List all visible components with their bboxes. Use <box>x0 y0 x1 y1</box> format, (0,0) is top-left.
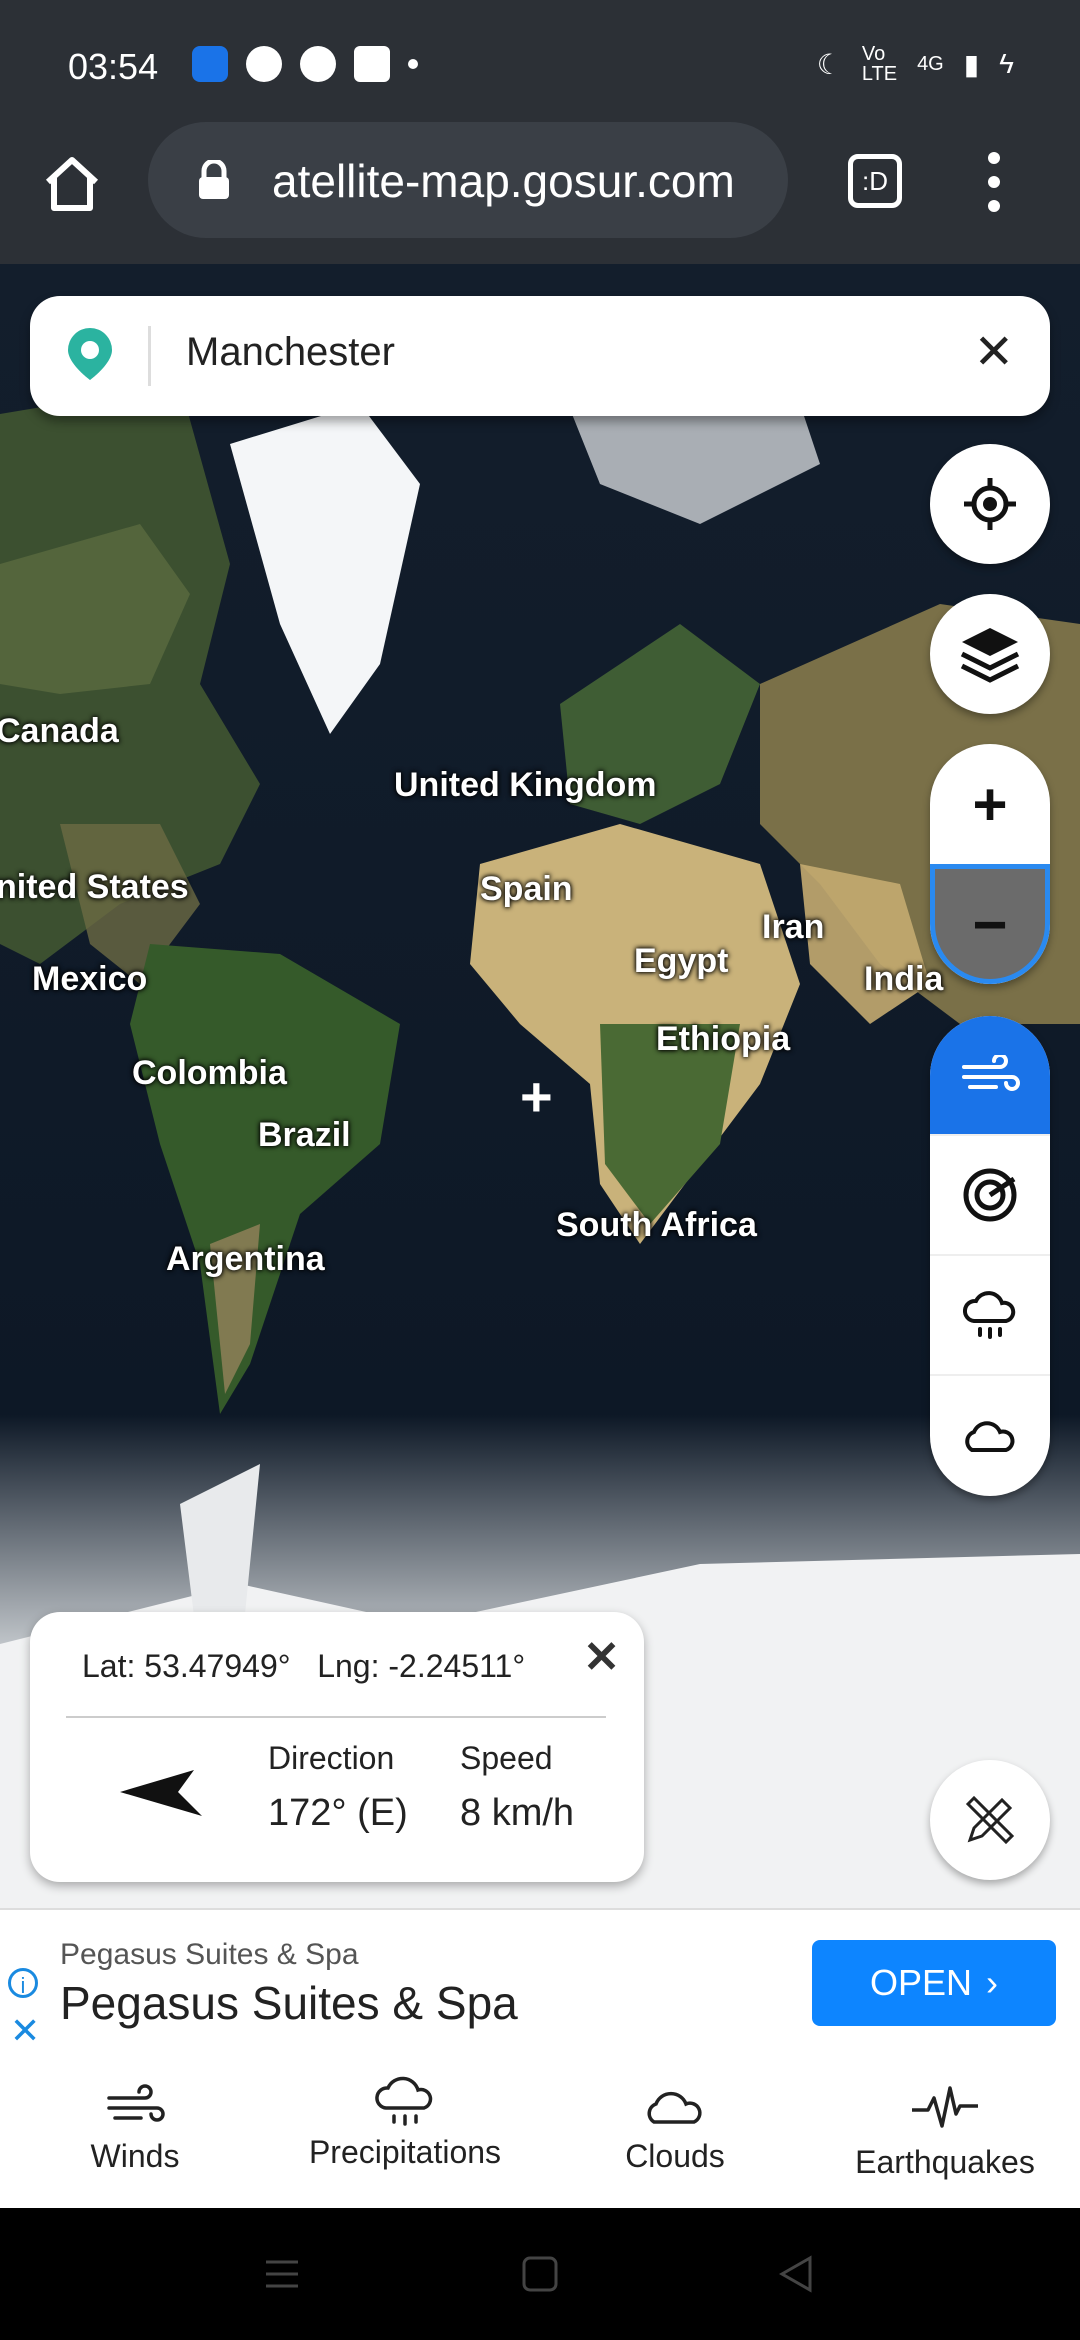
map-label-egypt: Egypt <box>634 942 729 980</box>
game-icon <box>300 46 336 82</box>
close-card-icon[interactable]: ✕ <box>583 1632 620 1683</box>
ad-open-label: OPEN <box>869 1962 973 2003</box>
zoom-out-button[interactable]: − <box>930 864 1050 984</box>
cloud-icon <box>647 2091 702 2124</box>
recent-apps-icon[interactable] <box>262 2254 302 2294</box>
cloud-layer-button[interactable] <box>930 1376 1050 1496</box>
tab-earthquakes[interactable]: Earthquakes <box>810 2058 1080 2208</box>
my-location-button[interactable] <box>930 444 1050 564</box>
wind-icon <box>962 1055 1020 1091</box>
status-time: 03:54 <box>68 46 159 87</box>
system-nav-bar <box>0 2208 1080 2340</box>
tab-label: Precipitations <box>308 2134 502 2170</box>
tab-label: Clouds <box>625 2138 725 2174</box>
moon-icon: ☾ <box>816 48 842 80</box>
back-nav-icon[interactable] <box>776 2254 816 2294</box>
tab-switcher-button[interactable]: :D <box>848 154 902 208</box>
ad-close-icon[interactable]: ✕ <box>10 2010 40 2052</box>
radar-icon <box>963 1168 1017 1222</box>
android-icon <box>192 46 228 82</box>
url-text: atellite-map.gosur.com <box>272 155 735 207</box>
battery-charging-icon: ϟ <box>999 48 1014 79</box>
dot-icon <box>408 59 418 69</box>
map-label-argentina: Argentina <box>166 1240 325 1278</box>
pencil-ruler-icon <box>965 1795 1015 1845</box>
wind-direction-arrow-icon <box>120 1770 202 1816</box>
speed-label: Speed <box>460 1740 553 1776</box>
tab-winds[interactable]: Winds <box>0 2058 270 2208</box>
tab-precipitations[interactable]: Precipitations <box>270 2058 540 2208</box>
tab-label: Earthquakes <box>855 2144 1035 2180</box>
layers-icon <box>960 628 1020 683</box>
url-field[interactable]: atellite-map.gosur.com <box>148 122 788 238</box>
lock-icon <box>199 160 229 199</box>
precipitation-layer-button[interactable] <box>930 1256 1050 1376</box>
status-bar: 03:54 ☾ Vo LTE 4G ▮ ϟ <box>0 0 1080 132</box>
longitude: Lng: -2.24511° <box>317 1648 526 1684</box>
coordinates: Lat: 53.47949° Lng: -2.24511° <box>82 1648 525 1685</box>
signal-icon: ▮ <box>963 48 980 80</box>
zoom-in-button[interactable]: + <box>930 744 1050 864</box>
volte-icon: Vo LTE <box>861 43 898 85</box>
wind-layer-button[interactable] <box>930 1016 1050 1136</box>
map-label-colombia: Colombia <box>132 1054 287 1092</box>
latitude: Lat: 53.47949° <box>82 1648 291 1684</box>
ad-banner[interactable]: i ✕ Pegasus Suites & Spa Pegasus Suites … <box>0 1908 1080 2060</box>
home-icon[interactable] <box>40 152 104 216</box>
search-divider <box>148 326 151 386</box>
search-bar[interactable]: Manchester ✕ <box>30 296 1050 416</box>
map-label-united-kingdom: United Kingdom <box>394 766 657 804</box>
home-nav-icon[interactable] <box>520 2254 560 2294</box>
direction-value: 172° (E) <box>268 1792 408 1834</box>
ad-info-icon[interactable]: i <box>8 1968 38 1998</box>
direction-label: Direction <box>268 1740 395 1776</box>
map-label-ethiopia: Ethiopia <box>656 1020 791 1058</box>
wind-info-card: Lat: 53.47949° Lng: -2.24511° ✕ Directio… <box>30 1612 644 1882</box>
search-input[interactable]: Manchester <box>186 330 395 375</box>
rain-cloud-icon <box>963 1291 1016 1339</box>
map-label-south-africa: South Africa <box>556 1206 757 1244</box>
ad-open-button[interactable]: OPEN › <box>812 1940 1056 2026</box>
jio-icon <box>246 46 282 82</box>
radar-layer-button[interactable] <box>930 1136 1050 1256</box>
ad-title: Pegasus Suites & Spa <box>60 1977 518 2029</box>
weather-layer-switcher <box>930 1016 1050 1496</box>
chevron-right-icon: › <box>986 1962 999 2003</box>
card-divider <box>66 1716 606 1718</box>
map-label-brazil: Brazil <box>258 1116 351 1154</box>
status-right: ☾ Vo LTE 4G ▮ ϟ <box>817 44 1014 84</box>
draw-button[interactable] <box>930 1760 1050 1880</box>
cloud-icon <box>965 1421 1015 1452</box>
map-label-india: India <box>864 960 944 998</box>
location-pin-icon <box>68 328 112 380</box>
map-layers-button[interactable] <box>930 594 1050 714</box>
clear-search-icon[interactable]: ✕ <box>974 324 1014 380</box>
map-label-united-states: nited States <box>0 868 189 906</box>
map-label-spain: Spain <box>480 870 573 908</box>
notification-icons <box>192 46 418 82</box>
seismograph-icon <box>912 2086 978 2128</box>
crosshair-location-icon <box>964 478 1016 530</box>
map-crosshair-icon: + <box>520 1065 553 1128</box>
map-label-iran: Iran <box>762 908 825 946</box>
gamepad-icon <box>354 46 390 82</box>
more-menu-icon[interactable] <box>984 152 1004 212</box>
bottom-tab-bar: Winds Precipitations Clouds Earthquakes <box>0 2058 1080 2208</box>
network-label: 4G <box>917 52 944 75</box>
ad-advertiser: Pegasus Suites & Spa <box>60 1938 359 1971</box>
tab-label: Winds <box>90 2138 180 2174</box>
zoom-controls: + − <box>930 744 1050 984</box>
wind-icon <box>107 2084 165 2122</box>
rain-cloud-icon <box>375 2076 433 2126</box>
map-label-mexico: Mexico <box>32 960 148 998</box>
speed-value: 8 km/h <box>460 1792 575 1834</box>
tab-clouds[interactable]: Clouds <box>540 2058 810 2208</box>
map-label-canada: Canada <box>0 712 119 750</box>
